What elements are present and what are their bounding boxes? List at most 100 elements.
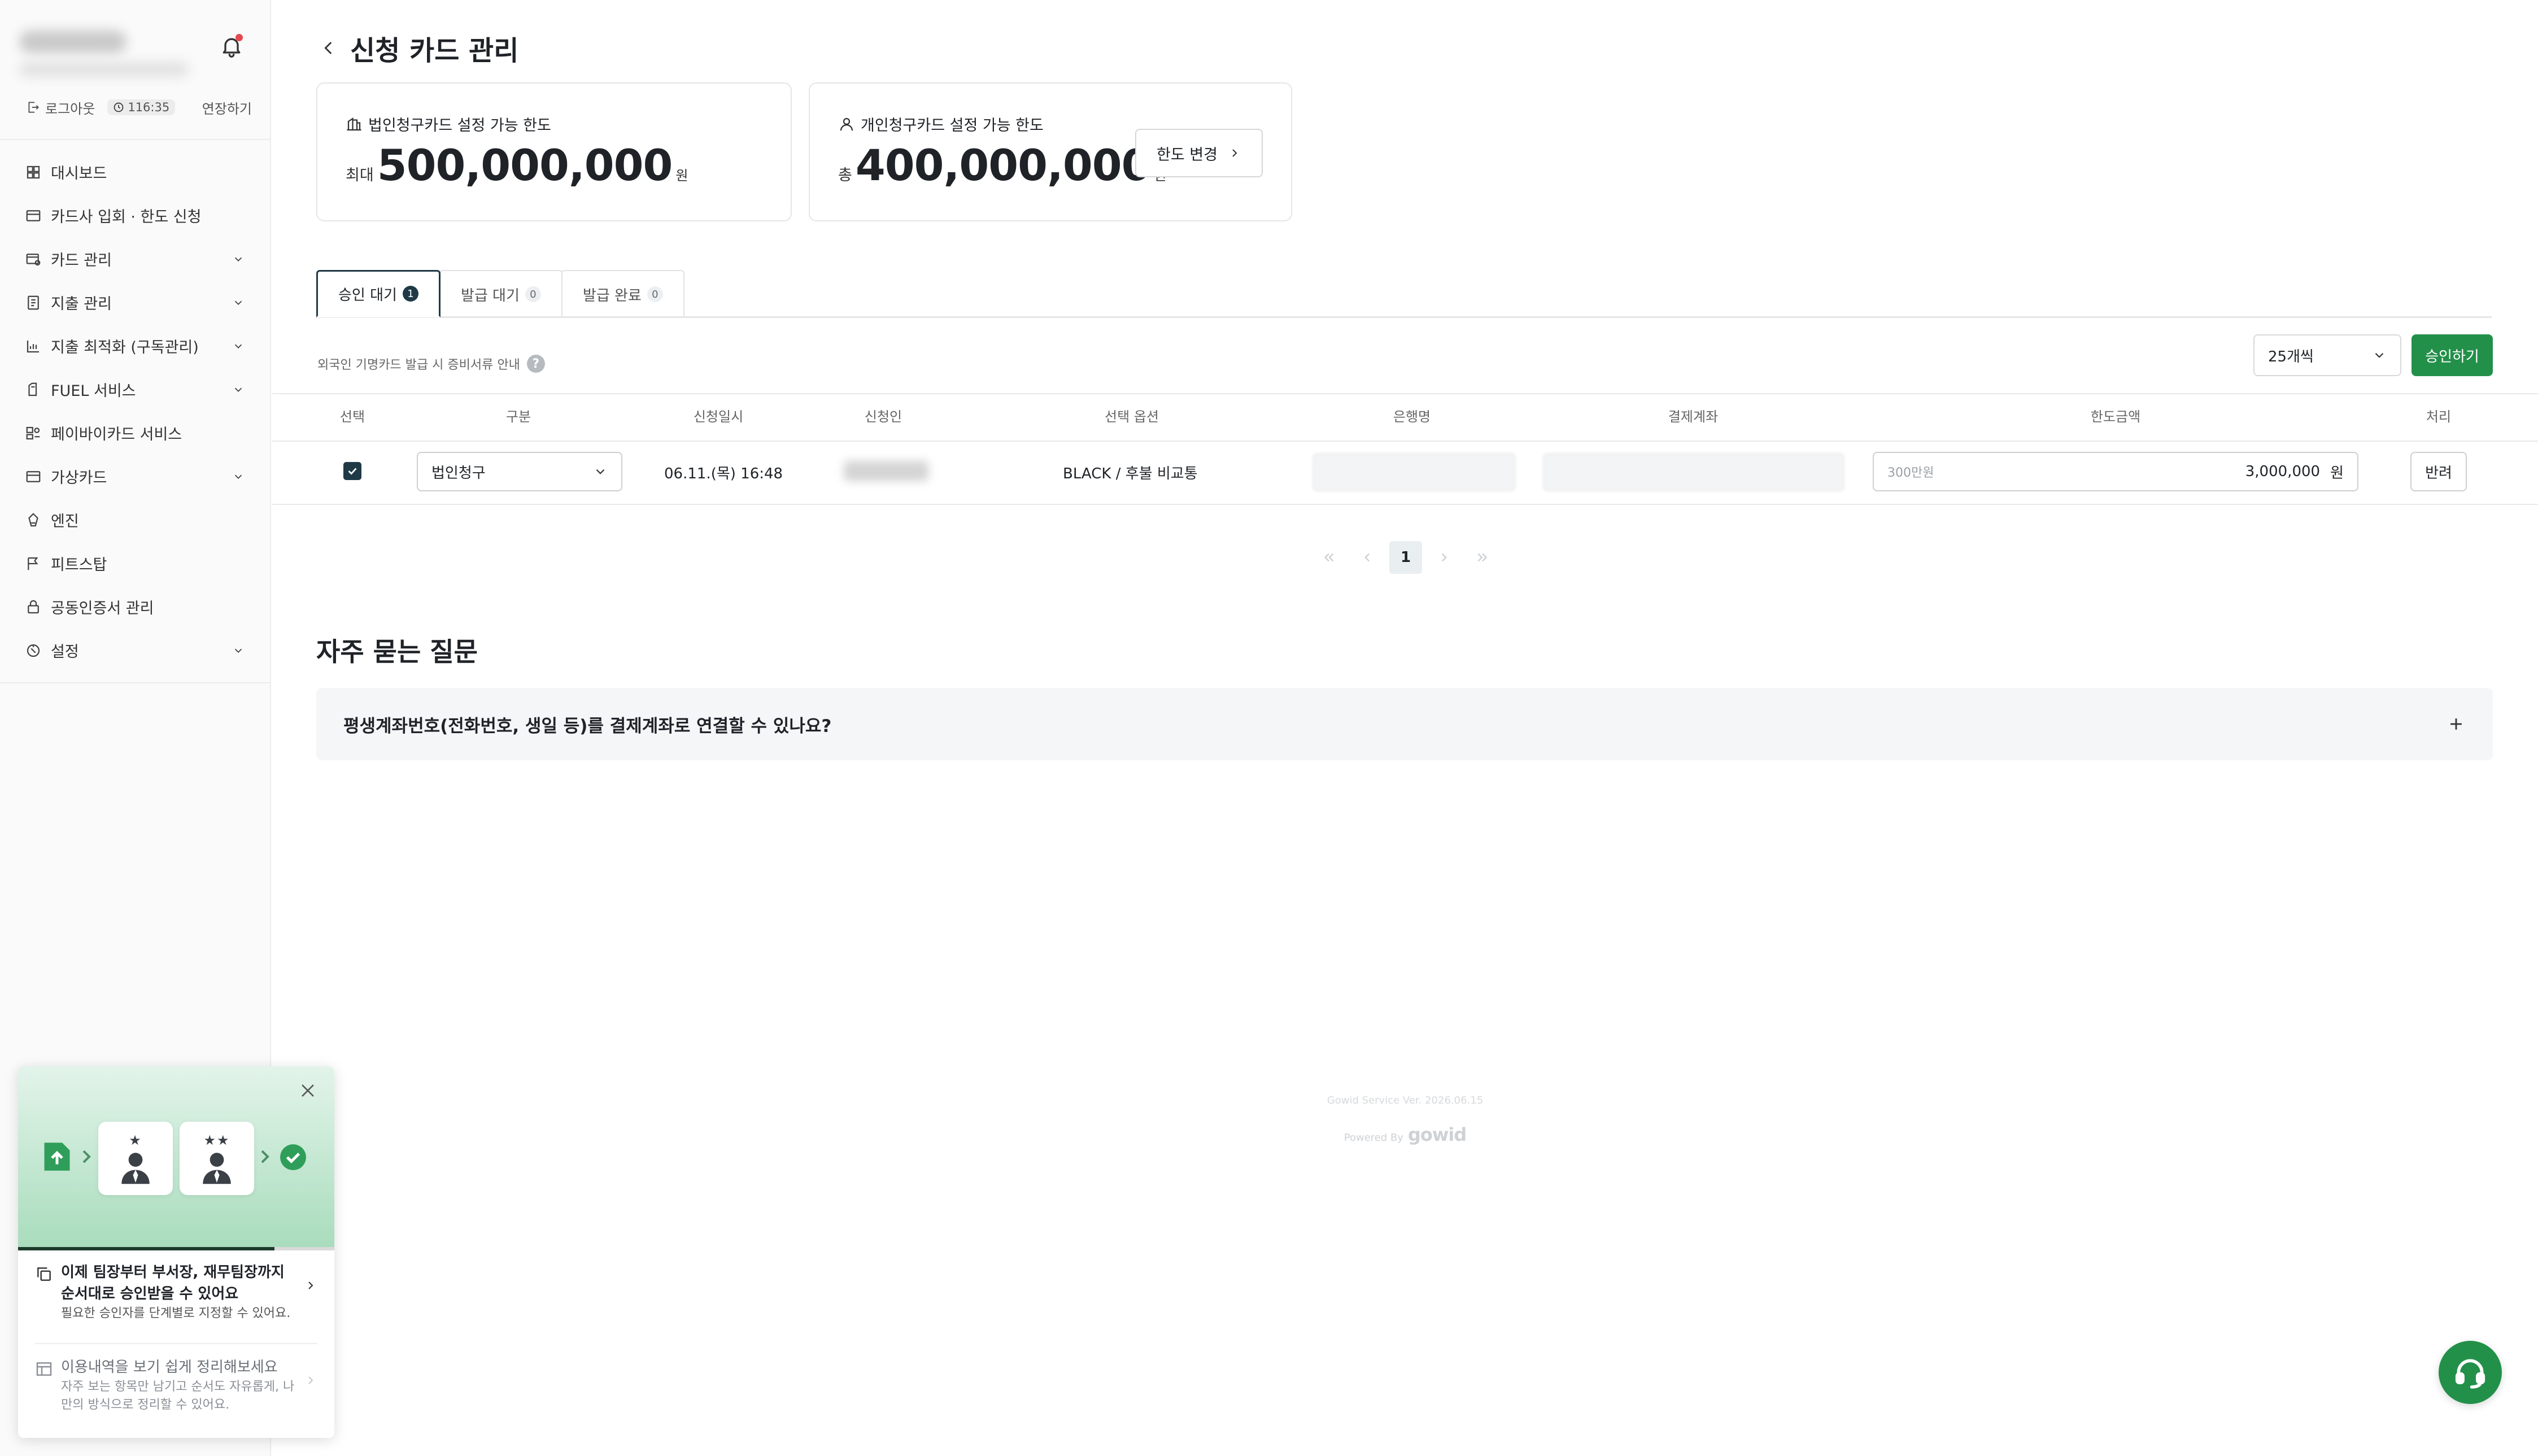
plus-icon — [2450, 718, 2462, 730]
first-page-icon[interactable] — [1312, 541, 1345, 574]
bank-select-redacted[interactable] — [1312, 453, 1516, 491]
tab-pending-approval[interactable]: 승인 대기 1 — [316, 270, 441, 317]
tab-label: 승인 대기 — [338, 286, 397, 304]
star-icon: ★ — [129, 1132, 142, 1148]
tab-count-badge: 0 — [525, 286, 541, 302]
corporate-limit-amount: 최대 500,000,000 원 — [346, 140, 688, 190]
logout-icon — [28, 102, 40, 113]
prev-page-icon[interactable] — [1351, 541, 1384, 574]
headset-icon — [2455, 1359, 2485, 1389]
notification-dot — [236, 34, 243, 41]
sidebar-item-certificate[interactable]: 공동인증서 관리 — [0, 585, 271, 629]
chevron-down-icon — [232, 296, 245, 309]
tab-issued[interactable]: 발급 완료 0 — [561, 270, 684, 317]
chevron-right-icon — [261, 1150, 269, 1163]
logout-label: 로그아웃 — [45, 101, 95, 117]
col-header-action: 처리 — [2426, 409, 2452, 425]
reject-button[interactable]: 반려 — [2410, 452, 2467, 491]
col-header-datetime: 신청일시 — [693, 409, 744, 425]
limit-amount-input[interactable]: 300만원 3,000,000 원 — [1873, 452, 2358, 491]
limit-amount-placeholder: 300만원 — [1887, 466, 1934, 480]
page-title: 신청 카드 관리 — [350, 35, 519, 67]
chevron-down-icon — [232, 470, 245, 483]
powered-by: Powered By gowid — [272, 1124, 2538, 1145]
tabs-divider — [316, 316, 2492, 318]
col-header-account: 결제계좌 — [1668, 409, 1719, 425]
paybycard-icon — [24, 424, 43, 443]
logout-button[interactable]: 로그아웃 — [26, 98, 95, 117]
personal-limit-prefix: 총 — [838, 167, 852, 184]
limit-amount-unit: 원 — [2330, 464, 2344, 482]
copy-icon — [37, 1267, 51, 1281]
faq-item[interactable]: 평생계좌번호(전화번호, 생일 등)를 결제계좌로 연결할 수 있나요? — [316, 688, 2493, 760]
tab-count-badge: 1 — [402, 286, 418, 302]
col-header-applicant: 신청인 — [864, 409, 902, 425]
tab-count-badge: 0 — [647, 286, 663, 302]
personal-limit-label: 개인청구카드 설정 가능 한도 — [861, 117, 1044, 134]
card-type-select[interactable]: 법인청구 — [417, 452, 622, 491]
account-select-redacted[interactable] — [1543, 453, 1844, 491]
chart-icon — [24, 337, 43, 356]
personal-limit-card: 개인청구카드 설정 가능 한도 총 400,000,000 원 한도 변경 — [809, 82, 1292, 221]
col-header-select: 선택 — [339, 409, 365, 425]
person-icon — [121, 1153, 150, 1184]
sidebar-item-label: 카드사 입회 · 한도 신청 — [51, 208, 202, 226]
person-icon — [203, 1153, 231, 1184]
corporate-limit-unit: 원 — [675, 168, 688, 184]
card-type-value: 법인청구 — [431, 464, 486, 482]
sidebar-item-settings[interactable]: 설정 — [0, 629, 271, 672]
col-header-bank: 은행명 — [1393, 409, 1431, 425]
col-header-option: 선택 옵션 — [1105, 409, 1159, 425]
tab-pending-issue[interactable]: 발급 대기 0 — [439, 270, 562, 317]
chevron-right-icon — [1232, 149, 1237, 157]
tab-label: 발급 대기 — [460, 287, 520, 304]
next-page-icon[interactable] — [1428, 541, 1460, 574]
sidebar-item-label: 피트스탑 — [51, 556, 107, 574]
personal-limit-amount: 총 400,000,000 원 — [838, 140, 1167, 190]
sidebar-item-expense[interactable]: 지출 관리 — [0, 281, 271, 324]
sidebar-item-card-apply[interactable]: 카드사 입회 · 한도 신청 — [0, 194, 271, 237]
last-page-icon[interactable] — [1466, 541, 1499, 574]
customer-support-button[interactable] — [2439, 1341, 2502, 1404]
gowid-logo: gowid — [1407, 1124, 1467, 1145]
page-size-select[interactable]: 25개씩 — [2253, 334, 2401, 376]
engine-icon — [24, 511, 43, 530]
col-header-type: 구분 — [505, 409, 531, 425]
chevron-down-icon — [232, 339, 245, 353]
sidebar-item-dashboard[interactable]: 대시보드 — [0, 150, 271, 194]
faq-question: 평생계좌번호(전화번호, 생일 등)를 결제계좌로 연결할 수 있나요? — [343, 716, 832, 736]
flag-icon — [24, 554, 43, 573]
sidebar-item-paybycard[interactable]: 페이바이카드 서비스 — [0, 411, 271, 455]
sidebar-item-label: 대시보드 — [51, 165, 107, 182]
document-icon — [24, 293, 43, 312]
sidebar-item-fuel[interactable]: FUEL 서비스 — [0, 368, 271, 411]
page-number-current[interactable]: 1 — [1389, 541, 1422, 574]
extend-session-button[interactable]: 연장하기 — [202, 98, 252, 117]
profile-info[interactable] — [19, 27, 189, 78]
sidebar-item-label: 지출 최적화 (구독관리) — [51, 339, 199, 356]
row-select-checkbox[interactable] — [343, 462, 361, 480]
sidebar-item-pitstop[interactable]: 피트스탑 — [0, 542, 271, 585]
table-header-border — [272, 441, 2538, 442]
session-timer-value: 116:35 — [128, 101, 170, 114]
foreign-card-notice[interactable]: 외국인 기명카드 발급 시 증비서류 안내 ? — [317, 355, 545, 373]
approve-button[interactable]: 승인하기 — [2411, 334, 2493, 376]
dashboard-icon — [24, 163, 43, 182]
back-icon[interactable] — [317, 37, 340, 59]
sidebar-item-card-management[interactable]: 카드 관리 — [0, 237, 271, 281]
sidebar-item-label: 페이바이카드 서비스 — [51, 426, 182, 443]
change-limit-button[interactable]: 한도 변경 — [1135, 129, 1263, 177]
help-icon[interactable]: ? — [526, 355, 545, 373]
card-icon — [24, 206, 43, 225]
pagination: 1 — [1312, 541, 1499, 574]
foreign-card-notice-text: 외국인 기명카드 발급 시 증비서류 안내 — [317, 358, 520, 372]
sidebar-item-virtual-card[interactable]: 가상카드 — [0, 455, 271, 498]
sidebar-item-label: 설정 — [51, 643, 79, 661]
sidebar-item-engine[interactable]: 엔진 — [0, 498, 271, 542]
personal-limit-title: 개인청구카드 설정 가능 한도 — [838, 113, 1044, 135]
table-row-border — [272, 504, 2538, 505]
bell-icon[interactable] — [219, 34, 244, 59]
approver-card-2: ★★ — [180, 1122, 254, 1195]
sidebar-item-optimization[interactable]: 지출 최적화 (구독관리) — [0, 324, 271, 368]
building-icon — [347, 117, 361, 130]
